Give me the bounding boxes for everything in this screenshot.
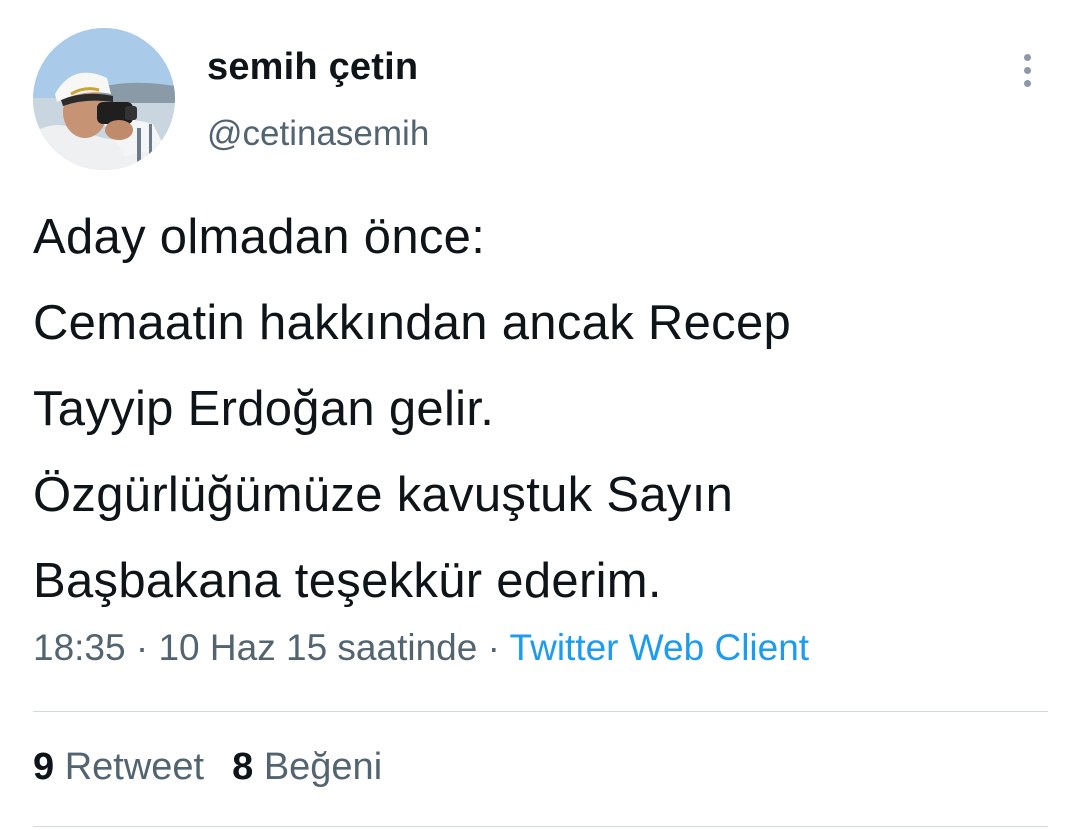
tweet-source-link[interactable]: Twitter Web Client — [510, 627, 810, 668]
tweet-text-line: Cemaatin hakkından ancak Recep — [33, 296, 792, 350]
tweet-text-line: Aday olmadan önce: — [33, 210, 486, 264]
author-handle[interactable]: @cetinasemih — [207, 114, 429, 154]
retweets-stat[interactable]: 9 Retweet — [33, 746, 204, 789]
more-dot — [1024, 54, 1031, 61]
retweet-label: Retweet — [64, 746, 205, 788]
meta-separator: · — [477, 627, 510, 668]
tweet-time[interactable]: 18:35 — [33, 627, 126, 668]
meta-separator: · — [125, 627, 159, 668]
divider — [33, 711, 1048, 712]
tweet-card: semih çetin @cetinasemih Aday olmadan ön… — [0, 0, 1080, 830]
more-dot — [1024, 80, 1031, 87]
tweet-date[interactable]: 10 Haz 15 saatinde — [158, 627, 477, 668]
tweet-text-line: Özgürlüğümüze kavuştuk Sayın — [33, 468, 734, 522]
tweet-text: Aday olmadan önce: Cemaatin hakkından an… — [33, 194, 1063, 624]
tweet-text-line: Başbakana teşekkür ederim. — [33, 554, 662, 608]
retweet-count: 9 — [33, 746, 55, 788]
author-display-name[interactable]: semih çetin — [207, 46, 418, 89]
more-dot — [1024, 67, 1031, 74]
more-icon[interactable] — [1007, 48, 1047, 92]
like-count: 8 — [232, 746, 254, 788]
tweet-meta: 18:35 · 10 Haz 15 saatinde · Twitter Web… — [33, 627, 809, 669]
avatar[interactable] — [33, 28, 175, 170]
like-label: Beğeni — [263, 746, 383, 788]
avatar-image — [33, 28, 175, 170]
likes-stat[interactable]: 8 Beğeni — [232, 746, 382, 789]
tweet-stats: 9 Retweet 8 Beğeni — [33, 746, 410, 789]
divider — [33, 826, 1048, 827]
tweet-text-line: Tayyip Erdoğan gelir. — [33, 382, 495, 436]
